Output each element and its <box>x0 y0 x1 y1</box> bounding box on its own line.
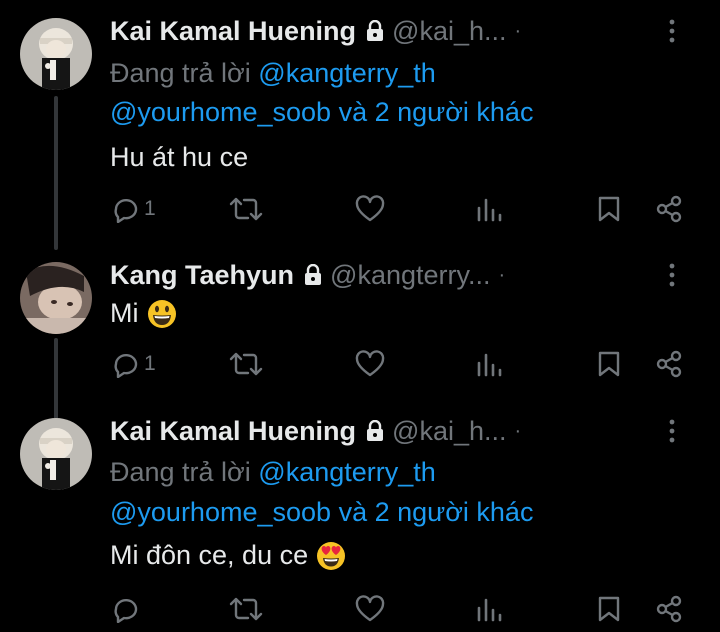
like-button[interactable] <box>354 347 386 381</box>
more-icon[interactable] <box>668 16 676 46</box>
retweet-icon <box>229 352 263 376</box>
retweet-button[interactable] <box>228 592 264 626</box>
tweet-3[interactable]: Kai Kamal Huening @kai_h... · Đang trả l… <box>0 400 720 632</box>
reply-user-link[interactable]: @yourhome_soob <box>110 97 331 127</box>
reply-user-link[interactable]: @kangterry_th <box>258 58 436 88</box>
action-bar <box>110 592 700 626</box>
reply-count: 1 <box>144 197 156 220</box>
share-icon <box>656 195 682 223</box>
bookmark-button[interactable] <box>596 192 622 226</box>
views-button[interactable] <box>474 347 504 381</box>
handle[interactable]: @kai_h... <box>392 416 506 447</box>
bookmark-icon <box>598 351 620 377</box>
avatar[interactable] <box>20 18 92 90</box>
like-icon <box>355 595 385 622</box>
tweet-2[interactable]: Kang Taehyun @kangterry... · Mi 1 <box>0 250 720 436</box>
bookmark-icon <box>598 196 620 222</box>
handle[interactable]: @kai_h... <box>392 16 506 47</box>
share-icon <box>656 595 682 623</box>
action-bar: 1 <box>110 192 700 226</box>
tweet-text-content: Hu át hu ce <box>110 142 249 172</box>
others-link[interactable]: và 2 người khác <box>339 497 534 527</box>
share-button[interactable] <box>654 192 684 226</box>
separator-dot: · <box>514 419 522 442</box>
like-button[interactable] <box>354 192 386 226</box>
reply-context: Đang trả lời @kangterry_th <box>110 58 436 89</box>
display-name[interactable]: Kai Kamal Huening <box>110 416 356 447</box>
views-icon <box>477 598 502 622</box>
views-button[interactable] <box>474 192 506 226</box>
reply-icon <box>114 353 138 378</box>
like-button[interactable] <box>354 592 386 626</box>
reply-context: Đang trả lời @kangterry_th <box>110 457 436 488</box>
display-name[interactable]: Kang Taehyun <box>110 260 294 291</box>
bookmark-icon <box>598 596 620 622</box>
thread-line <box>54 96 58 250</box>
reply-context-line2: @yourhome_soob và 2 người khác <box>110 497 533 528</box>
tweet-header: Kai Kamal Huening @kai_h... · <box>110 414 700 448</box>
handle[interactable]: @kangterry... <box>330 260 490 291</box>
retweet-button[interactable] <box>228 347 264 381</box>
lock-icon <box>367 20 384 41</box>
tweet-header: Kai Kamal Huening @kai_h... · <box>110 14 700 48</box>
like-icon <box>355 195 385 222</box>
retweet-icon <box>229 597 263 621</box>
tweet-text-content: Mi <box>110 298 139 328</box>
more-icon[interactable] <box>668 260 676 290</box>
heart-eyes-face-emoji-icon <box>317 541 346 570</box>
more-icon[interactable] <box>668 416 676 446</box>
reply-user-link[interactable]: @kangterry_th <box>258 457 436 487</box>
views-icon <box>477 353 502 377</box>
reply-context-line2: @yourhome_soob và 2 người khác <box>110 97 533 128</box>
reply-prefix: Đang trả lời <box>110 457 251 487</box>
separator-dot: · <box>514 19 522 42</box>
avatar[interactable] <box>20 262 92 334</box>
display-name[interactable]: Kai Kamal Huening <box>110 16 356 47</box>
tweet-header: Kang Taehyun @kangterry... · <box>110 258 700 292</box>
retweet-button[interactable] <box>228 192 264 226</box>
reply-button[interactable]: 1 <box>110 192 156 226</box>
avatar[interactable] <box>20 418 92 490</box>
share-button[interactable] <box>654 592 684 626</box>
share-button[interactable] <box>654 347 684 381</box>
reply-icon <box>114 198 138 223</box>
reply-prefix: Đang trả lời <box>110 58 251 88</box>
tweet-text: Mi <box>110 298 177 329</box>
bookmark-button[interactable] <box>596 592 622 626</box>
reply-user-link[interactable]: @yourhome_soob <box>110 497 331 527</box>
grinning-face-emoji-icon <box>147 299 176 328</box>
reply-button[interactable] <box>110 592 144 626</box>
share-icon <box>656 350 682 378</box>
action-bar: 1 <box>110 347 700 381</box>
others-link[interactable]: và 2 người khác <box>339 97 534 127</box>
retweet-icon <box>229 197 263 221</box>
reply-count: 1 <box>144 352 156 375</box>
like-icon <box>355 350 385 377</box>
tweet-text: Mi đôn ce, du ce <box>110 540 346 571</box>
tweet-1[interactable]: Kai Kamal Huening @kai_h... · Đang trả l… <box>0 0 720 250</box>
tweet-text-content: Mi đôn ce, du ce <box>110 540 309 570</box>
lock-icon <box>367 420 384 441</box>
reply-button[interactable]: 1 <box>110 347 156 381</box>
separator-dot: · <box>498 263 506 286</box>
lock-icon <box>305 264 322 285</box>
views-icon <box>477 198 502 222</box>
bookmark-button[interactable] <box>596 347 622 381</box>
views-button[interactable] <box>474 592 504 626</box>
tweet-text: Hu át hu ce <box>110 142 248 173</box>
reply-icon <box>114 598 138 623</box>
